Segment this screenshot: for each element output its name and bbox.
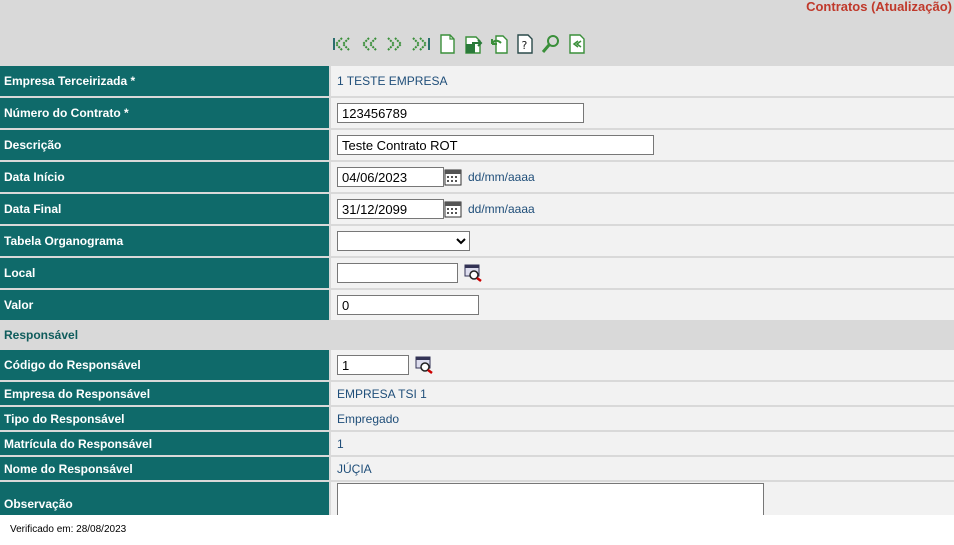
- lookup-icon[interactable]: [464, 264, 482, 282]
- local-label: Local: [0, 258, 329, 288]
- row-valor: Valor: [0, 290, 954, 320]
- numero-contrato-input[interactable]: [337, 103, 584, 123]
- matricula-responsavel-value: 1: [331, 432, 954, 455]
- row-data-inicio: Data Início dd/mm/aaaa: [0, 162, 954, 192]
- row-nome-responsavel: Nome do Responsável JÚÇIA: [0, 457, 954, 480]
- first-record-icon[interactable]: [332, 33, 354, 55]
- local-input[interactable]: [337, 263, 458, 283]
- codigo-responsavel-input[interactable]: [337, 355, 409, 375]
- row-empresa: Empresa Terceirizada * 1 TESTE EMPRESA: [0, 66, 954, 96]
- save-export-icon[interactable]: [462, 33, 484, 55]
- descricao-label: Descrição: [0, 130, 329, 160]
- tipo-responsavel-value: Empregado: [331, 407, 954, 430]
- return-icon[interactable]: [566, 33, 588, 55]
- calendar-icon[interactable]: [444, 168, 462, 186]
- undo-back-icon[interactable]: [488, 33, 510, 55]
- nome-responsavel-value: JÚÇIA: [331, 457, 954, 480]
- next-record-icon[interactable]: [384, 33, 406, 55]
- matricula-responsavel-label: Matrícula do Responsável: [0, 432, 329, 455]
- tabela-label: Tabela Organograma: [0, 226, 329, 256]
- valor-label: Valor: [0, 290, 329, 320]
- search-icon[interactable]: [540, 33, 562, 55]
- verification-date: Verificado em: 28/08/2023: [10, 524, 127, 535]
- svg-text:?: ?: [522, 39, 528, 52]
- page-title: Contratos (Atualização): [806, 0, 952, 14]
- data-final-input[interactable]: [337, 199, 444, 219]
- row-empresa-responsavel: Empresa do Responsável EMPRESA TSI 1: [0, 382, 954, 405]
- descricao-input[interactable]: [337, 135, 654, 155]
- empresa-responsavel-value: EMPRESA TSI 1: [331, 382, 954, 405]
- row-matricula-responsavel: Matrícula do Responsável 1: [0, 432, 954, 455]
- empresa-value: 1 TESTE EMPRESA: [331, 66, 954, 96]
- last-record-icon[interactable]: [410, 33, 432, 55]
- row-data-final: Data Final dd/mm/aaaa: [0, 194, 954, 224]
- row-local: Local: [0, 258, 954, 288]
- data-inicio-hint: dd/mm/aaaa: [468, 170, 535, 184]
- tabela-organograma-select[interactable]: [337, 231, 470, 251]
- empresa-label: Empresa Terceirizada *: [0, 66, 329, 96]
- row-tabela: Tabela Organograma: [0, 226, 954, 256]
- data-final-label: Data Final: [0, 194, 329, 224]
- row-numero: Número do Contrato *: [0, 98, 954, 128]
- contract-form: Empresa Terceirizada * 1 TESTE EMPRESA N…: [0, 66, 954, 528]
- row-tipo-responsavel: Tipo do Responsável Empregado: [0, 407, 954, 430]
- previous-record-icon[interactable]: [358, 33, 380, 55]
- codigo-responsavel-label: Código do Responsável: [0, 350, 329, 380]
- footer: Verificado em: 28/08/2023: [0, 515, 954, 545]
- tipo-responsavel-label: Tipo do Responsável: [0, 407, 329, 430]
- data-final-hint: dd/mm/aaaa: [468, 202, 535, 216]
- data-inicio-input[interactable]: [337, 167, 444, 187]
- lookup-icon[interactable]: [415, 356, 433, 374]
- nome-responsavel-label: Nome do Responsável: [0, 457, 329, 480]
- data-inicio-label: Data Início: [0, 162, 329, 192]
- numero-label: Número do Contrato *: [0, 98, 329, 128]
- row-descricao: Descrição: [0, 130, 954, 160]
- empresa-responsavel-label: Empresa do Responsável: [0, 382, 329, 405]
- header-bar: Contratos (Atualização) ?: [0, 0, 954, 66]
- help-document-icon[interactable]: ?: [514, 33, 536, 55]
- row-codigo-responsavel: Código do Responsável: [0, 350, 954, 380]
- responsavel-section-title: Responsável: [0, 322, 954, 348]
- calendar-icon[interactable]: [444, 200, 462, 218]
- valor-input[interactable]: [337, 295, 479, 315]
- toolbar: ?: [332, 32, 588, 56]
- new-document-icon[interactable]: [436, 33, 458, 55]
